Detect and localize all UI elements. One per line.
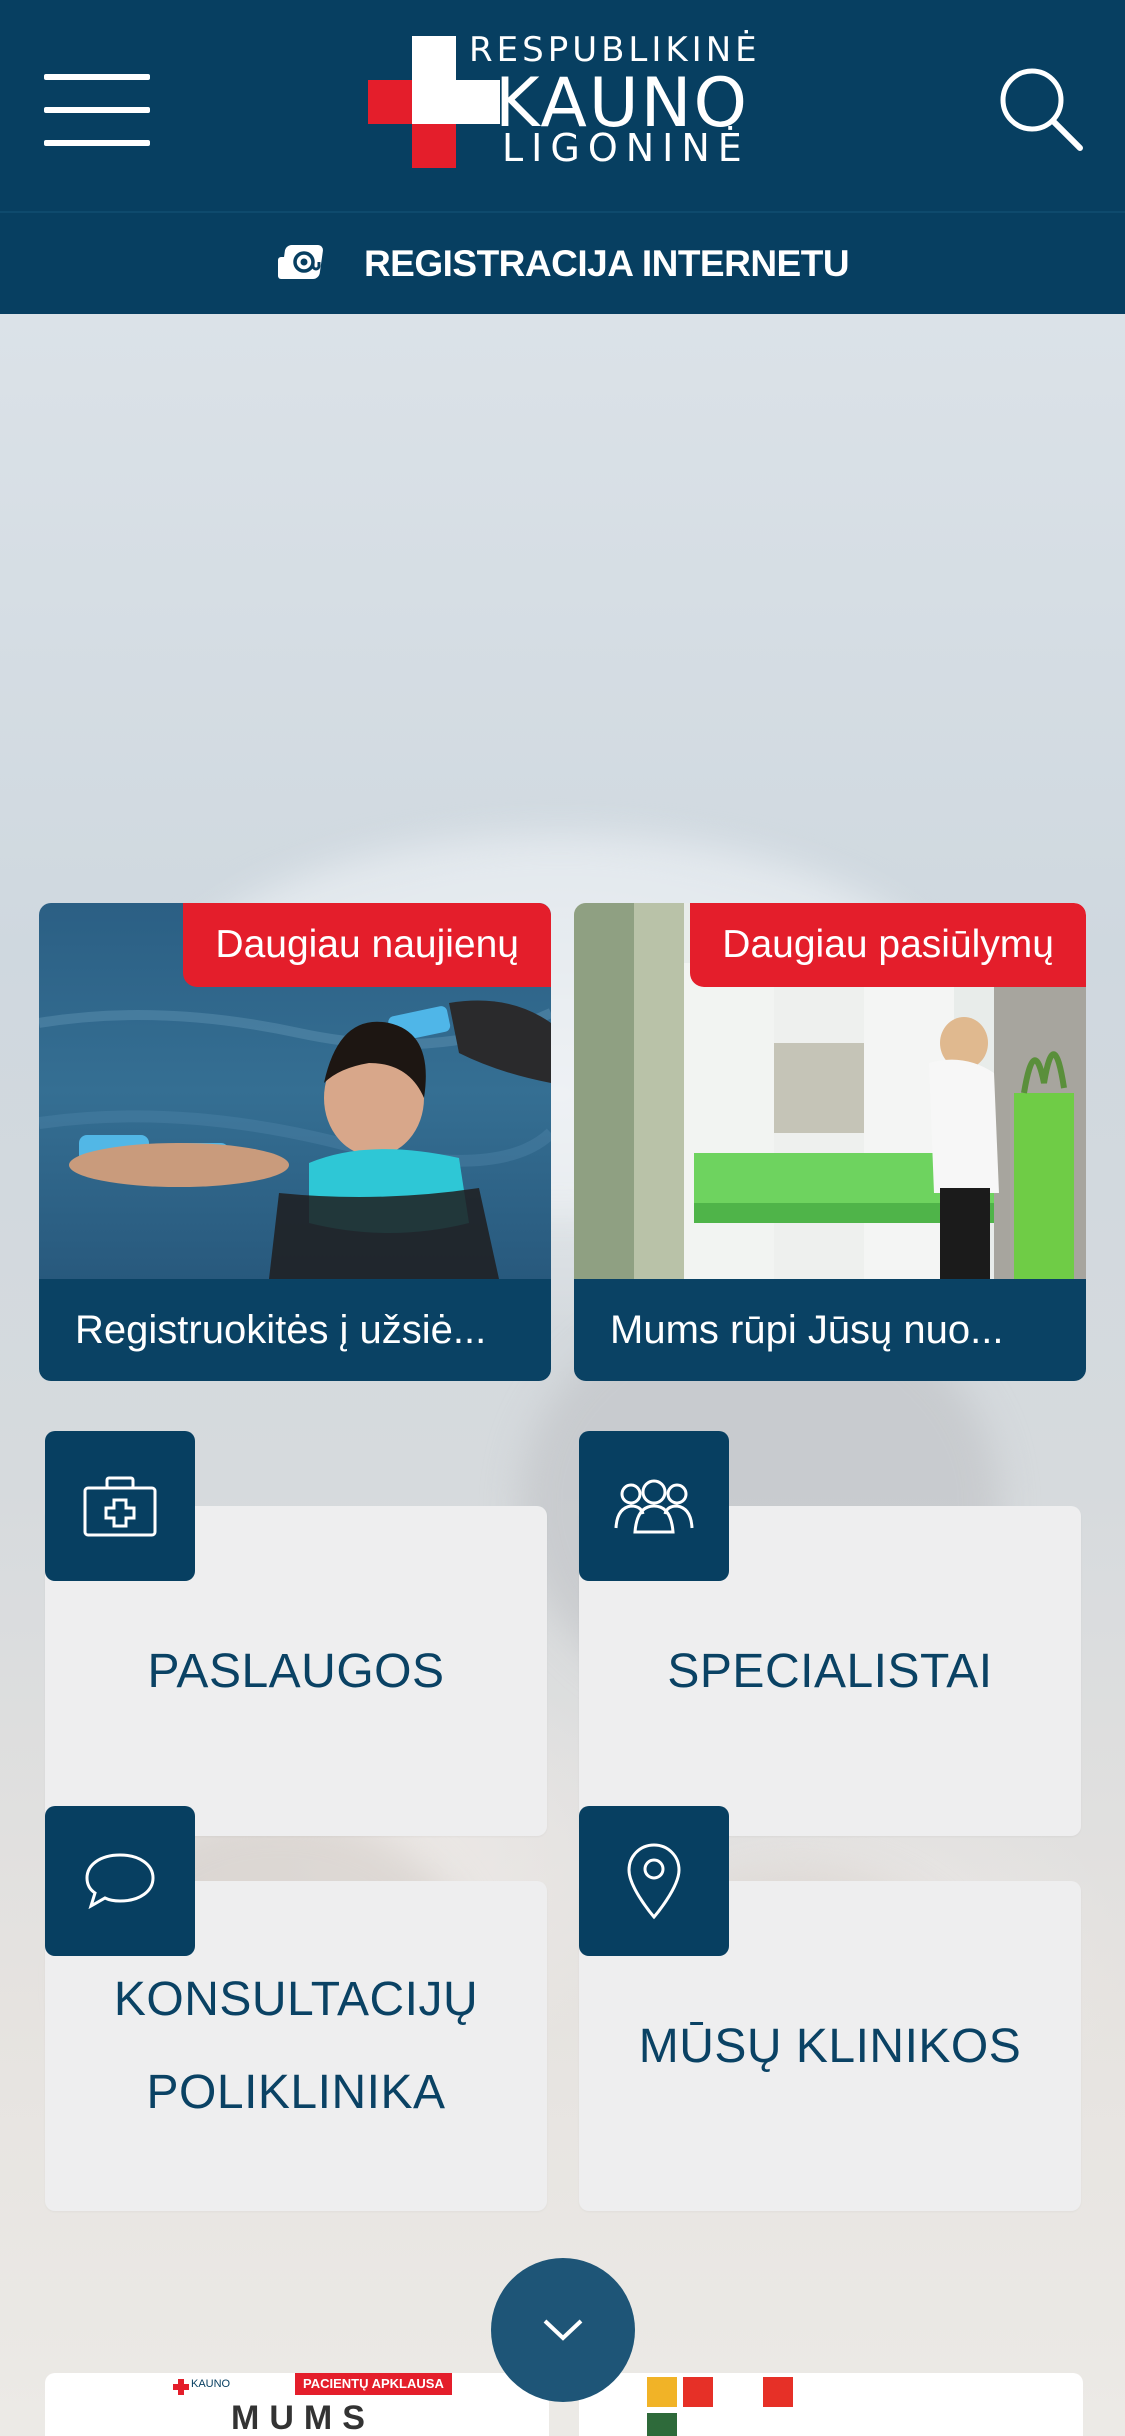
- news-caption-text: Registruokitės į užsiė...: [75, 1307, 487, 1352]
- consultation-polyclinic-label-line1: KONSULTACIJŲ: [113, 1973, 479, 2026]
- hospital-logo[interactable]: RESPUBLIKINĖ KAUNO LIGONINĖ: [368, 30, 768, 170]
- mini-logo-text: KAUNO: [191, 2378, 231, 2390]
- partner-banner[interactable]: [579, 2373, 1083, 2436]
- logo-line-3: LIGONINĖ: [502, 126, 750, 170]
- more-offers-button[interactable]: Daugiau pasiūlymų: [690, 903, 1086, 987]
- online-registration-label: REGISTRACIJA INTERNETU: [363, 242, 850, 284]
- online-registration-button[interactable]: REGISTRACIJA INTERNETU: [0, 213, 1125, 314]
- search-icon: [1000, 68, 1083, 151]
- speech-bubble-icon: [85, 1853, 155, 1910]
- location-pin-icon: [627, 1843, 681, 1920]
- partner-logo-icon: [647, 2377, 793, 2436]
- clinics-icon-box[interactable]: [579, 1806, 729, 1956]
- patient-survey-title: MUMS: [231, 2399, 375, 2436]
- mini-red-cross-icon: [173, 2379, 189, 2395]
- patient-survey-badge: PACIENTŲ APKLAUSA: [295, 2373, 452, 2395]
- offer-caption: Mums rūpi Jūsų nuo...: [574, 1279, 1086, 1381]
- offer-caption-text: Mums rūpi Jūsų nuo...: [610, 1307, 1004, 1352]
- more-news-button[interactable]: Daugiau naujienų: [183, 903, 551, 987]
- news-card[interactable]: Daugiau naujienų Registruokitės į užsiė.…: [39, 903, 551, 1381]
- services-icon-box[interactable]: [45, 1431, 195, 1581]
- hamburger-menu-button[interactable]: [44, 74, 150, 146]
- hamburger-menu-icon: [44, 74, 150, 80]
- site-header: RESPUBLIKINĖ KAUNO LIGONINĖ: [0, 0, 1125, 211]
- scroll-down-button[interactable]: [491, 2258, 635, 2402]
- at-sign-icon: [277, 244, 323, 279]
- search-button[interactable]: [998, 66, 1084, 152]
- offer-card[interactable]: Daugiau pasiūlymų Mums rūpi Jūsų nuo...: [574, 903, 1086, 1381]
- chevron-down-icon: [543, 2319, 583, 2341]
- consultation-polyclinic-label-line2: POLIKLINIKA: [146, 2066, 446, 2119]
- patient-survey-banner[interactable]: KAUNO PACIENTŲ APKLAUSA MUMS: [45, 2373, 549, 2436]
- news-caption: Registruokitės į užsiė...: [39, 1279, 551, 1381]
- first-aid-kit-icon: [83, 1476, 157, 1537]
- people-icon: [614, 1479, 694, 1534]
- consultation-icon-box[interactable]: [45, 1806, 195, 1956]
- specialists-icon-box[interactable]: [579, 1431, 729, 1581]
